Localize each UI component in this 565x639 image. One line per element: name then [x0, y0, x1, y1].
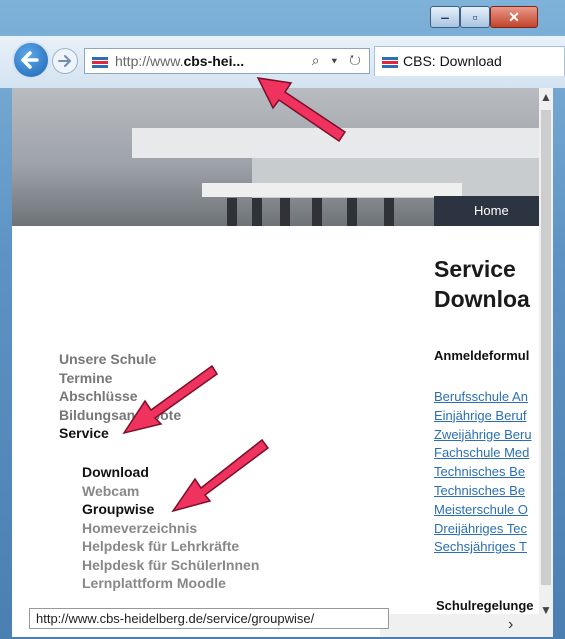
download-link[interactable]: Zweijährige Beru	[434, 426, 532, 445]
tab-title: CBS: Download	[403, 53, 502, 69]
navigation-bar: http://www.cbs-hei... ⌕ ▾ ↻ CBS: Downloa…	[0, 36, 565, 88]
download-link[interactable]: Meisterschule O	[434, 501, 532, 520]
address-bar[interactable]: http://www.cbs-hei... ⌕ ▾ ↻	[84, 48, 370, 74]
close-button[interactable]: ✕	[490, 6, 538, 28]
minimize-button[interactable]: ‒	[430, 6, 460, 28]
scroll-down-icon[interactable]: ▼	[539, 603, 553, 617]
menu-item-abschluesse[interactable]: Abschlüsse	[59, 387, 181, 406]
scroll-right-icon[interactable]: ›	[508, 616, 513, 634]
forward-button[interactable]	[52, 48, 78, 74]
site-favicon-icon	[92, 57, 108, 68]
address-tools[interactable]: ⌕ ▾ ↻	[312, 52, 365, 69]
download-link[interactable]: Technisches Be	[434, 482, 532, 501]
section-heading-schulregelungen: Schulregelunge	[436, 598, 534, 613]
submenu-item-webcam[interactable]: Webcam	[82, 482, 259, 501]
menu-item-service[interactable]: Service	[59, 424, 181, 443]
download-link[interactable]: Technisches Be	[434, 463, 532, 482]
forward-arrow-icon	[58, 55, 72, 67]
submenu-item-moodle[interactable]: Lernplattform Moodle	[82, 574, 259, 593]
submenu-item-download[interactable]: Download	[82, 463, 259, 482]
nav-home[interactable]: Home	[434, 196, 551, 226]
menu-item-bildungsangebote[interactable]: Bildungsangebote	[59, 406, 181, 425]
vertical-scrollbar[interactable]: ▲ ▼	[539, 88, 553, 637]
header-image: Home	[12, 88, 551, 226]
section-heading-anmeldeformulare: Anmeldeformul	[434, 348, 530, 363]
status-url-tooltip: http://www.cbs-heidelberg.de/service/gro…	[29, 608, 389, 629]
download-links: Berufsschule An Einjährige Beruf Zweijäh…	[434, 388, 532, 557]
download-link[interactable]: Berufsschule An	[434, 388, 532, 407]
title-bar: ‒ ▫ ✕	[0, 0, 565, 36]
tab-favicon-icon	[382, 57, 398, 68]
back-button[interactable]	[12, 41, 50, 79]
download-link[interactable]: Sechsjähriges T	[434, 538, 532, 557]
page-title-line2: Downloa	[434, 286, 530, 312]
maximize-button[interactable]: ▫	[460, 6, 490, 28]
download-link[interactable]: Einjährige Beruf	[434, 407, 532, 426]
menu-item-unsere-schule[interactable]: Unsere Schule	[59, 350, 181, 369]
address-url: http://www.cbs-hei...	[115, 53, 245, 69]
page-title-line1: Service	[434, 256, 516, 282]
submenu-item-homeverzeichnis[interactable]: Homeverzeichnis	[82, 519, 259, 538]
scroll-thumb[interactable]	[541, 110, 551, 585]
download-link[interactable]: Dreijähriges Tec	[434, 520, 532, 539]
service-submenu: Download Webcam Groupwise Homeverzeichni…	[82, 463, 259, 593]
scroll-up-icon[interactable]: ▲	[539, 90, 553, 104]
menu-item-termine[interactable]: Termine	[59, 369, 181, 388]
download-link[interactable]: Fachschule Med	[434, 444, 532, 463]
submenu-item-groupwise[interactable]: Groupwise	[82, 500, 259, 519]
main-menu: Unsere Schule Termine Abschlüsse Bildung…	[59, 350, 181, 443]
submenu-item-helpdesk-schuelerinnen[interactable]: Helpdesk für SchülerInnen	[82, 556, 259, 575]
page-viewport: Home Service Downloa Anmeldeformul Beruf…	[12, 88, 551, 637]
horizontal-scrollbar[interactable]: ›	[380, 614, 539, 637]
back-arrow-icon	[21, 51, 39, 69]
tab-cbs-download[interactable]: CBS: Download	[374, 46, 565, 76]
submenu-item-helpdesk-lehrkraefte[interactable]: Helpdesk für Lehrkräfte	[82, 537, 259, 556]
